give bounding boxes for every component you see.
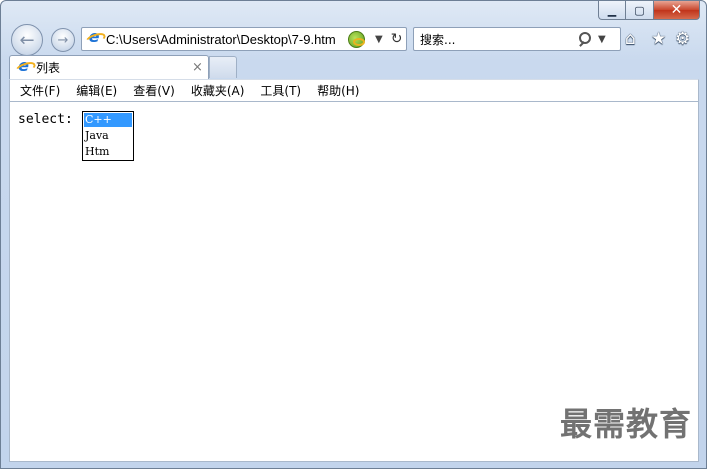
address-bar[interactable]: C:\Users\Administrator\Desktop\7-9.htm ▼…	[81, 27, 407, 51]
menu-file[interactable]: 文件(F)	[12, 82, 68, 99]
forward-arrow-icon: →	[57, 32, 69, 48]
search-input[interactable]: 搜索...	[420, 31, 578, 48]
forward-button[interactable]: →	[51, 28, 75, 52]
browser-window: ▁ ▢ ✕ ← → C:\Users\Administrator\Desktop…	[0, 0, 707, 469]
home-icon[interactable]: ⌂	[625, 29, 636, 49]
language-listbox[interactable]: C++ Java Htm	[82, 111, 134, 161]
page-content: select: C++ Java Htm 最需教育	[9, 102, 699, 462]
address-input[interactable]: C:\Users\Administrator\Desktop\7-9.htm	[106, 32, 344, 47]
option-htm[interactable]: Htm	[83, 144, 133, 160]
ie-tab-icon	[16, 56, 31, 75]
refresh-icon[interactable]: ↻	[391, 31, 403, 47]
search-icon[interactable]	[578, 32, 592, 46]
back-button[interactable]: ←	[11, 24, 43, 56]
back-arrow-icon: ←	[19, 29, 35, 51]
caption-buttons: ▁ ▢ ✕	[598, 1, 700, 21]
favorites-star-icon[interactable]: ★	[651, 29, 666, 49]
menu-favorites[interactable]: 收藏夹(A)	[183, 82, 253, 99]
menu-help[interactable]: 帮助(H)	[309, 82, 367, 99]
select-label: select:	[18, 112, 73, 127]
gear-icon[interactable]: ⚙	[675, 29, 690, 49]
tab-strip: 列表 ×	[9, 55, 700, 79]
option-cpp[interactable]: C++	[84, 113, 132, 127]
ie-page-icon	[86, 27, 102, 47]
new-tab-button[interactable]	[209, 56, 237, 78]
menu-tools[interactable]: 工具(T)	[252, 82, 309, 99]
menu-bar: 文件(F) 编辑(E) 查看(V) 收藏夹(A) 工具(T) 帮助(H)	[9, 79, 699, 102]
address-dropdown-icon[interactable]: ▼	[375, 34, 383, 45]
search-dropdown-icon[interactable]: ▼	[598, 34, 606, 45]
watermark-logo: 最需教育	[559, 405, 692, 443]
tab-label: 列表	[36, 61, 61, 75]
maximize-button[interactable]: ▢	[626, 1, 654, 20]
navigation-bar: ← → C:\Users\Administrator\Desktop\7-9.h…	[9, 23, 700, 56]
close-button[interactable]: ✕	[654, 1, 700, 20]
tab-list-page[interactable]: 列表 ×	[9, 55, 209, 79]
tab-close-icon[interactable]: ×	[192, 60, 203, 75]
compatibility-view-icon[interactable]	[348, 30, 365, 48]
option-java[interactable]: Java	[83, 128, 133, 144]
menu-view[interactable]: 查看(V)	[125, 82, 183, 99]
menu-edit[interactable]: 编辑(E)	[68, 82, 125, 99]
minimize-button[interactable]: ▁	[598, 1, 626, 20]
search-box[interactable]: 搜索... ▼	[413, 27, 621, 51]
